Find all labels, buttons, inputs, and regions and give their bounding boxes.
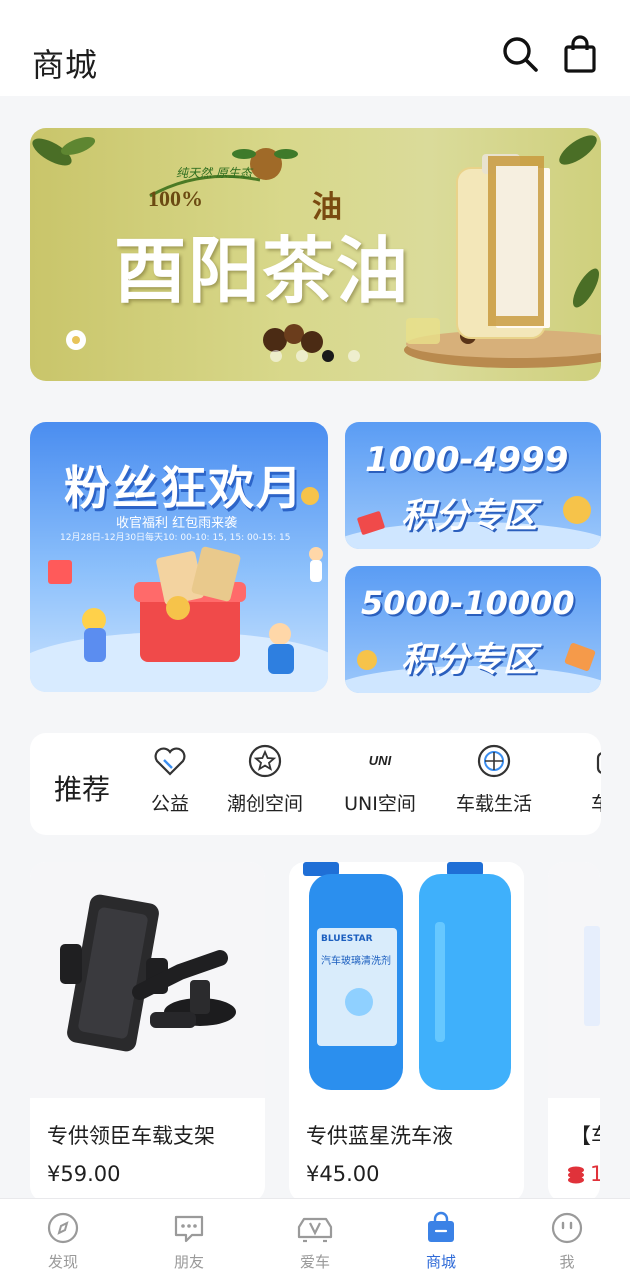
points-zone-label: 积分专区 (401, 496, 537, 536)
search-icon[interactable] (500, 34, 540, 74)
carousel-dot[interactable] (296, 350, 308, 362)
tab-label: 发现 (47, 1253, 78, 1271)
shop-bag-icon (428, 1211, 454, 1242)
product-card[interactable]: BLUESTAR 汽车玻璃清洗剂 专供蓝星洗车液 ¥45.00 (289, 862, 524, 1202)
points-zone-1000-promo[interactable]: 1000-4999 积分专区 (345, 422, 601, 549)
tab-label: 爱车 (299, 1253, 330, 1271)
tab-mall[interactable]: 商城 (391, 1211, 491, 1272)
product-price: ¥45.00 (306, 1162, 380, 1186)
points-zone-5000-promo[interactable]: 5000-10000 积分专区 (345, 566, 601, 693)
category-label: 车模 (590, 793, 601, 815)
tab-label: 商城 (425, 1253, 456, 1271)
fan-promo-subtitle: 收官福利 红包雨来袭 (116, 516, 238, 531)
product-name: 【车 (570, 1124, 600, 1148)
star-badge-icon (248, 744, 282, 778)
tab-me[interactable]: 我 (517, 1211, 617, 1272)
fan-carnival-promo[interactable]: 粉丝狂欢月 收官福利 红包雨来袭 12月28日-12月30日每天10: 00-1… (30, 422, 328, 692)
points-coin-icon (568, 1166, 584, 1184)
points-zone-label: 积分专区 (401, 640, 537, 680)
carousel-dots[interactable] (270, 350, 360, 362)
fan-promo-title: 粉丝狂欢月 (64, 461, 304, 515)
points-range: 1000-4999 (365, 440, 569, 480)
product-points-value: 1 (590, 1162, 600, 1186)
washer-fluid-illustration (303, 862, 511, 1090)
carousel-dot-active[interactable] (322, 350, 334, 362)
category-label: UNI空间 (344, 793, 416, 815)
tab-label: 我 (559, 1253, 575, 1271)
category-bar: 推荐 公益 潮创空间 UNI UNI空间 车载生活 车模 (30, 733, 601, 835)
tab-friends[interactable]: 朋友 (139, 1211, 239, 1272)
car-icon (297, 1217, 333, 1243)
product-image: BLUESTAR 汽车玻璃清洗剂 (289, 862, 524, 1098)
product-price: ¥59.00 (47, 1162, 121, 1186)
tab-my-car[interactable]: 爱车 (265, 1211, 365, 1272)
phone-holder-illustration (60, 894, 236, 1052)
category-item-car-model[interactable]: 车模 (550, 743, 601, 816)
carousel-dot[interactable] (270, 350, 282, 362)
banner-percent-text: 100% (148, 186, 203, 211)
category-item-car-life[interactable]: 车载生活 (434, 743, 554, 816)
bottom-tab-bar: 发现 朋友 爱车 商城 我 (0, 1198, 630, 1280)
top-header: 商城 (0, 0, 630, 96)
product-partial-illustration (584, 926, 600, 1026)
carousel-dot[interactable] (348, 350, 360, 362)
product-card[interactable]: 专供领臣车载支架 ¥59.00 (30, 862, 265, 1202)
compass-icon (47, 1212, 79, 1244)
hero-banner[interactable]: 纯天然 原生态 100% 油 酉阳茶油 (30, 128, 601, 381)
car-model-icon (596, 752, 601, 774)
category-label: 潮创空间 (226, 793, 303, 815)
heart-icon (154, 747, 186, 776)
banner-title: 酉阳茶油 (114, 228, 411, 313)
category-heading: 推荐 (54, 773, 111, 806)
face-icon (551, 1212, 583, 1244)
shopping-bag-icon[interactable] (560, 34, 600, 74)
category-item-uni-space[interactable]: UNI UNI空间 (320, 743, 440, 816)
product-brand-label: BLUESTAR (321, 934, 373, 944)
product-card-partial[interactable]: 【车 1 (548, 862, 600, 1202)
banner-slogan: 纯天然 原生态 (176, 166, 252, 180)
page-title: 商城 (32, 46, 99, 84)
tab-label: 朋友 (173, 1253, 204, 1271)
product-image (30, 862, 265, 1098)
category-label: 车载生活 (455, 793, 532, 815)
product-name: 专供蓝星洗车液 (306, 1124, 453, 1148)
fan-promo-schedule: 12月28日-12月30日每天10: 00-10: 15, 15: 00-15:… (60, 533, 291, 543)
tab-discover[interactable]: 发现 (13, 1211, 113, 1272)
uni-logo-icon: UNI (368, 753, 392, 768)
chat-icon (174, 1215, 204, 1243)
product-price-points: 1 (566, 1162, 600, 1186)
product-bottle-label: 汽车玻璃清洗剂 (321, 956, 391, 967)
points-range: 5000-10000 (361, 584, 575, 622)
product-image (548, 862, 600, 1098)
product-name: 专供领臣车载支架 (47, 1124, 215, 1148)
wheel-icon (477, 744, 511, 778)
category-item-trend-space[interactable]: 潮创空间 (205, 743, 325, 816)
